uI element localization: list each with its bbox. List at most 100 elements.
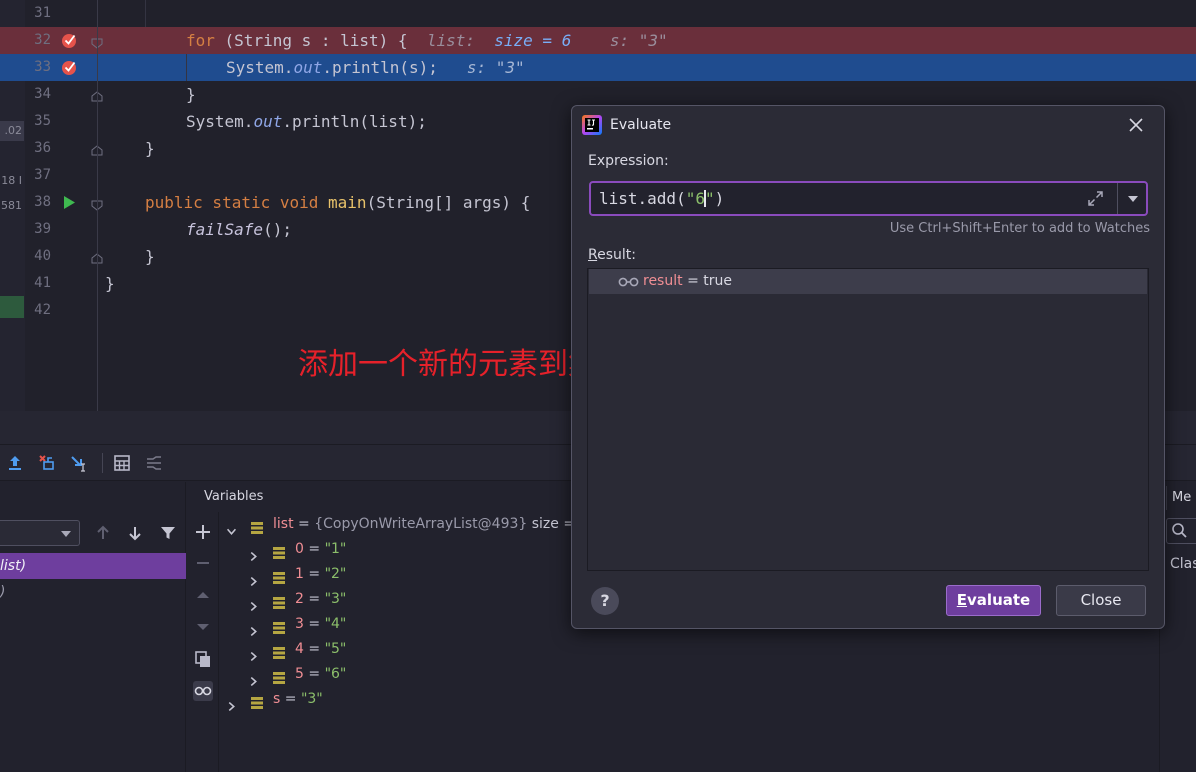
evaluate-button[interactable]: Evaluate: [946, 585, 1041, 616]
line-number[interactable]: 36: [25, 135, 51, 162]
line-number[interactable]: 40: [25, 243, 51, 270]
code-text: }: [186, 81, 196, 108]
variable-name: 3: [295, 616, 304, 632]
filter-icon[interactable]: [158, 523, 178, 543]
chevron-right-icon[interactable]: [249, 620, 257, 637]
copy-icon[interactable]: [193, 649, 213, 669]
run-icon[interactable]: [61, 194, 78, 211]
code-text: for (String s : list) { list: size = 6 s…: [186, 27, 668, 54]
line-number[interactable]: 35: [25, 108, 51, 135]
evaluate-label-rest: valuate: [967, 591, 1031, 609]
evaluate-dialog: Evaluate Expression: list.add("6") Use C…: [571, 105, 1165, 629]
class-column-header[interactable]: Clas: [1170, 552, 1196, 576]
code-line[interactable]: 32 for (String s : list) { list: size = 6…: [0, 27, 1196, 54]
variable-name: 1: [295, 566, 304, 582]
class-search-input[interactable]: [1166, 518, 1196, 544]
variable-name: 5: [295, 666, 304, 682]
line-number[interactable]: 41: [25, 270, 51, 297]
line-number[interactable]: 38: [25, 189, 51, 216]
variable-name: 4: [295, 641, 304, 657]
arrow-up-icon[interactable]: [93, 523, 113, 543]
line-number[interactable]: 42: [25, 297, 51, 324]
move-down-icon[interactable]: [193, 617, 213, 637]
glasses-icon[interactable]: [193, 681, 213, 701]
add-to-watches-hint: Use Ctrl+Shift+Enter to add to Watches: [889, 221, 1150, 236]
chevron-right-icon[interactable]: [249, 645, 257, 662]
code-line[interactable]: 31: [0, 0, 1196, 27]
variable-value: {CopyOnWriteArrayList@493}: [314, 516, 528, 532]
line-number[interactable]: 39: [25, 216, 51, 243]
code-token: System.: [186, 112, 254, 131]
code-token: s: "3": [466, 58, 525, 77]
variable-equals: =: [303, 666, 325, 682]
close-icon[interactable]: [1126, 115, 1146, 135]
tab-memory[interactable]: Me: [1166, 486, 1196, 510]
remove-watch-icon[interactable]: [193, 553, 213, 573]
code-token: failSafe: [186, 220, 264, 239]
line-number[interactable]: 34: [25, 81, 51, 108]
line-number[interactable]: 33: [25, 54, 51, 81]
glasses-icon: [618, 277, 639, 287]
variable-text: 4 = "5": [295, 637, 346, 662]
code-text: failSafe();: [186, 216, 292, 243]
toolbar-separator: [102, 453, 103, 473]
line-number[interactable]: 37: [25, 162, 51, 189]
move-up-icon[interactable]: [193, 585, 213, 605]
chevron-right-icon[interactable]: [249, 570, 257, 587]
code-text: }: [145, 135, 155, 162]
code-token: }: [105, 274, 115, 293]
chevron-right-icon[interactable]: [249, 545, 257, 562]
breakpoint-icon[interactable]: [61, 32, 78, 49]
gutter-separator: [97, 0, 98, 411]
result-name: result: [643, 273, 683, 289]
step-out-icon[interactable]: [6, 454, 24, 472]
variable-text: 2 = "3": [295, 587, 346, 612]
code-text: System.out.println(list);: [186, 108, 427, 135]
expression-input[interactable]: list.add("6"): [589, 181, 1148, 216]
code-token: (String[] args) {: [366, 193, 531, 212]
trace-stream-icon[interactable]: [145, 454, 163, 472]
expression-part: list.add(: [599, 189, 686, 208]
evaluate-mnemonic: E: [956, 591, 968, 609]
memory-tab-label: Me: [1172, 490, 1192, 505]
help-button[interactable]: ?: [591, 587, 619, 615]
variable-equals: =: [303, 541, 325, 557]
code-token: System.: [226, 58, 294, 77]
expression-text[interactable]: list.add("6"): [599, 183, 724, 214]
calculator-icon[interactable]: [113, 454, 131, 472]
field-icon: [273, 593, 285, 609]
code-line[interactable]: 33 System.out.println(s); s: "3": [0, 54, 1196, 81]
frame-item[interactable]: ): [0, 579, 186, 605]
frame-item-selected[interactable]: list): [0, 553, 186, 579]
variable-equals: =: [303, 641, 325, 657]
thread-selector[interactable]: [0, 520, 80, 546]
expand-icon[interactable]: [1087, 190, 1104, 207]
code-token: for: [186, 31, 215, 50]
expression-string: "6": [685, 189, 715, 208]
history-dropdown-button[interactable]: [1117, 183, 1148, 214]
arrow-down-icon[interactable]: [125, 523, 145, 543]
chevron-right-icon[interactable]: [249, 670, 257, 687]
field-icon: [273, 643, 285, 659]
close-button[interactable]: Close: [1056, 585, 1146, 616]
result-row[interactable]: result = true: [589, 269, 1147, 294]
chevron-right-icon[interactable]: [227, 695, 235, 712]
chevron-right-icon[interactable]: [249, 595, 257, 612]
drop-frame-icon[interactable]: [38, 454, 56, 472]
variable-equals: =: [303, 616, 325, 632]
code-token: list:: [426, 31, 495, 50]
variable-equals: =: [303, 591, 325, 607]
line-number[interactable]: 32: [25, 27, 51, 54]
result-tree: result = true: [587, 268, 1149, 571]
chevron-down-icon[interactable]: [226, 520, 237, 535]
code-line[interactable]: 34}: [0, 81, 1196, 108]
variable-value: "3": [300, 691, 323, 707]
code-text: public static void main(String[] args) {: [145, 189, 530, 216]
variable-value: "5": [324, 641, 347, 657]
code-text: }: [105, 270, 115, 297]
code-token: }: [145, 247, 155, 266]
breakpoint-icon[interactable]: [61, 59, 78, 76]
run-to-cursor-icon[interactable]: [70, 454, 88, 472]
line-number[interactable]: 31: [25, 0, 51, 27]
add-watch-icon[interactable]: [193, 522, 213, 542]
